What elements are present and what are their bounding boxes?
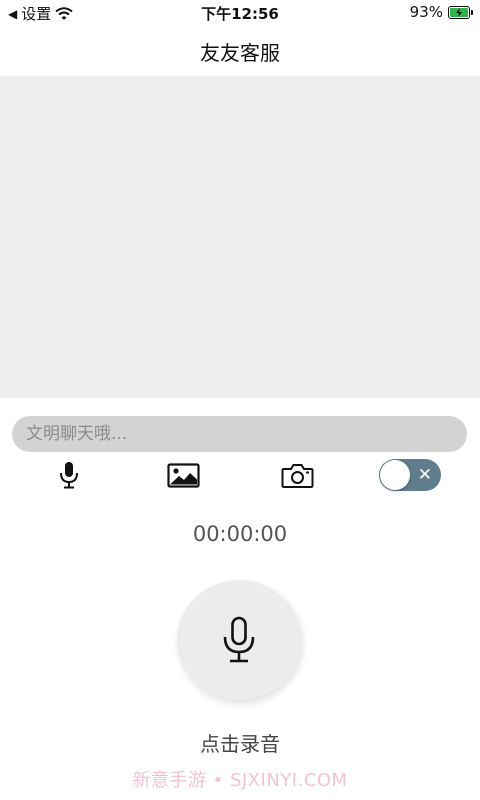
status-battery: 93% (409, 3, 473, 21)
microphone-icon (60, 462, 78, 489)
camera-button[interactable] (280, 456, 314, 494)
toggle-switch[interactable]: ✕ (379, 459, 441, 491)
status-time: 下午12:56 (201, 5, 279, 23)
message-input[interactable] (12, 416, 467, 452)
battery-percent: 93% (409, 3, 443, 21)
status-bar: ◀ 设置 下午12:56 93% (0, 0, 480, 26)
record-button[interactable] (177, 580, 301, 700)
record-timer: 00:00:00 (192, 522, 288, 546)
watermark: 新意手游 • SJXINYI.COM (132, 770, 348, 791)
close-icon: ✕ (417, 465, 432, 485)
battery-icon (448, 5, 473, 19)
page-title: 友友客服 (200, 40, 280, 65)
toggle-knob (380, 460, 410, 490)
chat-message-area[interactable] (0, 76, 480, 398)
image-button[interactable] (166, 456, 200, 494)
microphone-icon (223, 616, 255, 663)
voice-button[interactable] (54, 456, 84, 494)
navigation-bar: 友友客服 (0, 26, 480, 76)
image-icon (166, 462, 200, 488)
camera-icon (281, 463, 313, 488)
battery-charging-icon (450, 7, 468, 17)
record-hint-label: 点击录音 (200, 732, 280, 756)
